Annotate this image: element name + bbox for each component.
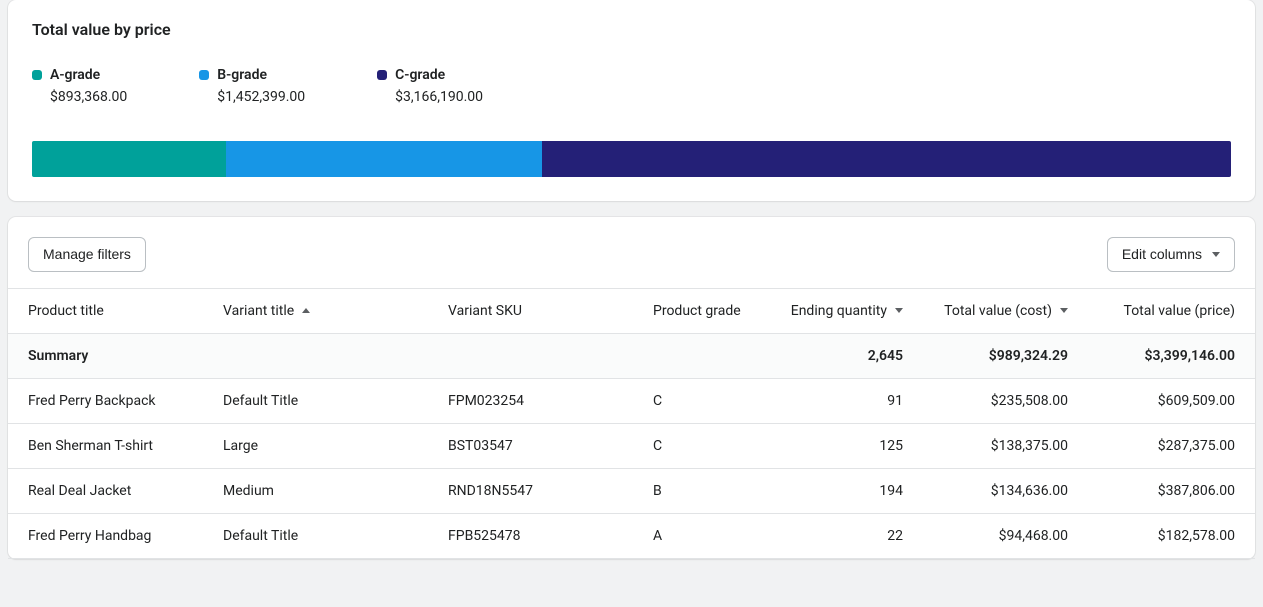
table-summary-row: Summary 2,645$989,324.29$3,399,146.00 (8, 333, 1255, 378)
legend-name: A-grade (50, 67, 100, 83)
cell-total-value-cost: $94,468.00 (923, 513, 1088, 558)
stacked-bar-chart (32, 141, 1231, 177)
cell-variant-title: Medium (203, 468, 428, 513)
table-row[interactable]: Fred Perry HandbagDefault TitleFPB525478… (8, 513, 1255, 558)
summary-ending-quantity: 2,645 (763, 333, 923, 378)
cell-product-grade: C (633, 423, 763, 468)
col-product-grade[interactable]: Product grade (633, 288, 763, 333)
cell-variant-title: Default Title (203, 513, 428, 558)
cell-variant-sku: FPB525478 (428, 513, 633, 558)
bar-segment (226, 141, 542, 177)
table-row[interactable]: Fred Perry BackpackDefault TitleFPM02325… (8, 378, 1255, 423)
bar-segment (32, 141, 226, 177)
table-toolbar: Manage filters Edit columns (8, 217, 1255, 288)
legend-swatch-icon (32, 70, 42, 80)
legend-value: $1,452,399.00 (199, 89, 305, 105)
cell-variant-sku: FPM023254 (428, 378, 633, 423)
legend-item-c: C-grade $3,166,190.00 (377, 67, 483, 105)
cell-variant-title: Large (203, 423, 428, 468)
chart-card: Total value by price A-grade $893,368.00… (8, 0, 1255, 201)
chart-legend: A-grade $893,368.00 B-grade $1,452,399.0… (32, 67, 1231, 105)
chart-title: Total value by price (32, 20, 1231, 39)
cell-total-value-cost: $235,508.00 (923, 378, 1088, 423)
data-table: Product title Variant title Variant SKU … (8, 288, 1255, 559)
table-row[interactable]: Real Deal JacketMediumRND18N5547B194$134… (8, 468, 1255, 513)
summary-label: Summary (8, 333, 203, 378)
manage-filters-button[interactable]: Manage filters (28, 237, 146, 272)
col-product-title[interactable]: Product title (8, 288, 203, 333)
cell-variant-sku: BST03547 (428, 423, 633, 468)
cell-total-value-price: $182,578.00 (1088, 513, 1255, 558)
legend-name: B-grade (217, 67, 267, 83)
sort-desc-icon (895, 308, 903, 313)
table-header-row: Product title Variant title Variant SKU … (8, 288, 1255, 333)
col-variant-sku[interactable]: Variant SKU (428, 288, 633, 333)
legend-item-a: A-grade $893,368.00 (32, 67, 127, 105)
legend-value: $893,368.00 (32, 89, 127, 105)
cell-product-title: Fred Perry Handbag (8, 513, 203, 558)
sort-asc-icon (302, 308, 310, 313)
legend-item-b: B-grade $1,452,399.00 (199, 67, 305, 105)
bar-segment (542, 141, 1231, 177)
cell-ending-quantity: 194 (763, 468, 923, 513)
legend-value: $3,166,190.00 (377, 89, 483, 105)
chevron-down-icon (1212, 252, 1220, 257)
cell-total-value-price: $287,375.00 (1088, 423, 1255, 468)
table-card: Manage filters Edit columns Product titl… (8, 217, 1255, 559)
cell-variant-sku: RND18N5547 (428, 468, 633, 513)
cell-product-grade: A (633, 513, 763, 558)
cell-product-title: Real Deal Jacket (8, 468, 203, 513)
summary-total-value-cost: $989,324.29 (923, 333, 1088, 378)
cell-product-grade: C (633, 378, 763, 423)
cell-product-title: Fred Perry Backpack (8, 378, 203, 423)
cell-product-title: Ben Sherman T-shirt (8, 423, 203, 468)
cell-total-value-cost: $138,375.00 (923, 423, 1088, 468)
edit-columns-button[interactable]: Edit columns (1107, 237, 1235, 272)
legend-swatch-icon (199, 70, 209, 80)
legend-swatch-icon (377, 70, 387, 80)
sort-desc-icon (1060, 308, 1068, 313)
col-ending-quantity-label: Ending quantity (791, 303, 887, 319)
legend-name: C-grade (395, 67, 445, 83)
col-variant-title-label: Variant title (223, 303, 294, 319)
manage-filters-label: Manage filters (43, 246, 131, 263)
col-total-value-cost-label: Total value (cost) (944, 303, 1052, 319)
col-variant-title[interactable]: Variant title (203, 288, 428, 333)
cell-variant-title: Default Title (203, 378, 428, 423)
col-ending-quantity[interactable]: Ending quantity (763, 288, 923, 333)
cell-total-value-price: $387,806.00 (1088, 468, 1255, 513)
cell-product-grade: B (633, 468, 763, 513)
cell-ending-quantity: 22 (763, 513, 923, 558)
cell-total-value-price: $609,509.00 (1088, 378, 1255, 423)
summary-total-value-price: $3,399,146.00 (1088, 333, 1255, 378)
table-row[interactable]: Ben Sherman T-shirtLargeBST03547C125$138… (8, 423, 1255, 468)
col-total-value-price[interactable]: Total value (price) (1088, 288, 1255, 333)
col-total-value-cost[interactable]: Total value (cost) (923, 288, 1088, 333)
cell-total-value-cost: $134,636.00 (923, 468, 1088, 513)
cell-ending-quantity: 125 (763, 423, 923, 468)
edit-columns-label: Edit columns (1122, 246, 1202, 263)
cell-ending-quantity: 91 (763, 378, 923, 423)
